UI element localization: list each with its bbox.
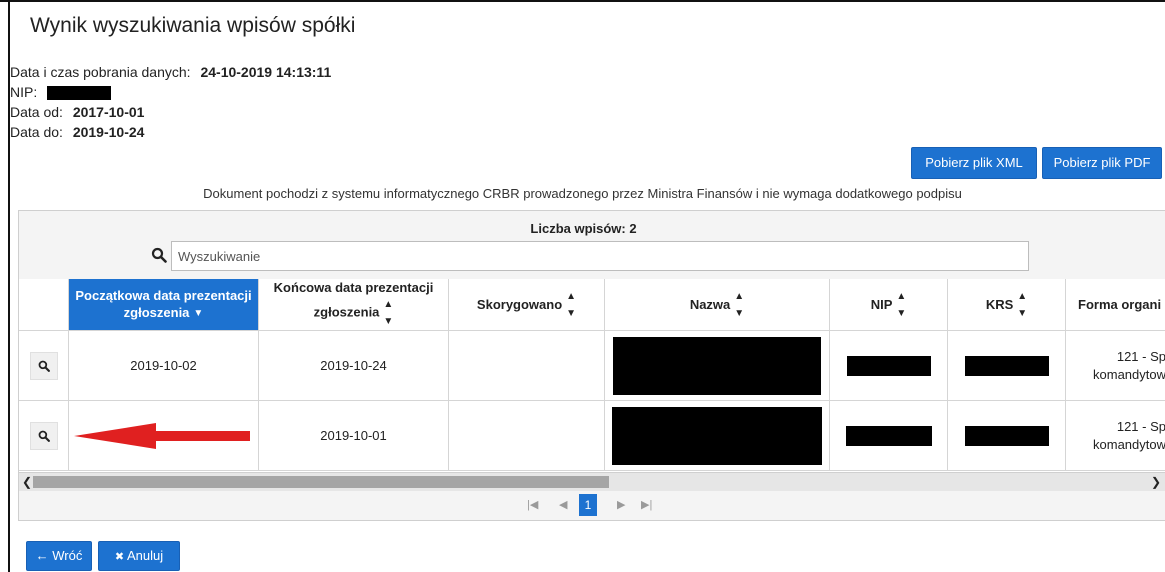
current-page-button[interactable]: 1 [579,494,597,516]
col-header-krs-label: KRS [985,297,1014,312]
arrow-left-icon: ← [35,548,49,563]
table-row-1-form: 121 - Sp komandytow [1066,331,1165,401]
download-pdf-button[interactable]: Pobierz plik PDF [1042,147,1162,179]
scroll-left-icon[interactable]: ❮ [22,473,32,491]
col-header-nip[interactable]: NIP ▲ ▼ [830,279,948,331]
date-to-row: Data do: 2019-10-24 [10,122,144,142]
next-page-icon[interactable]: ▶ [617,497,625,513]
table-row-1-form-line1: 121 - Sp [1116,348,1165,364]
date-to-label: Data do: [10,124,63,140]
col-header-name-label: Nazwa [689,297,731,312]
nip-row: NIP: [10,82,112,102]
scroll-right-icon[interactable]: ❯ [1151,473,1161,491]
previous-page-icon[interactable]: ◀ [559,497,567,513]
table-row-2-end-date: 2019-10-01 [259,401,449,471]
col-header-end-date-label: Końcowa data prezentacji zgłoszenia [273,280,434,320]
col-header-start-date[interactable]: Początkowa data prezentacji zgłoszenia ▼ [69,279,259,331]
last-page-icon[interactable]: ▶| [641,497,652,513]
date-to-value: 2019-10-24 [72,124,145,140]
table-row-2-start-date [69,401,259,471]
search-icon [151,247,167,263]
download-xml-button[interactable]: Pobierz plik XML [911,147,1037,179]
table-row-1-krs [948,331,1066,401]
date-from-label: Data od: [10,104,63,120]
col-header-corrected-label: Skorygowano [476,297,563,312]
table-row-2-action [19,401,69,471]
table-row-2-krs [948,401,1066,471]
table-row-1-end-date: 2019-10-24 [259,331,449,401]
row-details-button[interactable] [29,351,58,380]
redacted-nip [47,86,112,101]
col-header-start-date-label: Początkowa data prezentacji zgłoszenia [75,287,252,320]
close-icon: ✖ [114,551,125,563]
col-header-name[interactable]: Nazwa ▲ ▼ [605,279,830,331]
frame-top-border [0,0,1165,2]
col-header-end-date[interactable]: Końcowa data prezentacji zgłoszenia ▲ ▼ [259,279,449,331]
table-row-2-name [605,401,830,471]
red-arrow-annotation [73,422,250,449]
cancel-button[interactable]: ✖ Anuluj [98,541,180,571]
scrollbar-thumb[interactable] [33,476,609,488]
fetch-datetime-value: 24-10-2019 14:13:11 [200,64,332,80]
date-from-value: 2017-10-01 [72,104,145,120]
redacted-name [612,406,822,465]
sort-icon: ▲ ▼ [1017,290,1028,319]
search-input[interactable] [171,241,1029,271]
col-header-form-label: Forma organi [1078,297,1162,312]
record-count: Liczba wpisów: 2 [530,221,637,236]
sort-icon: ▲ ▼ [383,299,394,327]
magnifier-icon [38,360,50,372]
fetch-datetime-label: Data i czas pobrania danych: [10,64,191,80]
col-header-krs[interactable]: KRS ▲ ▼ [948,279,1066,331]
document-notice: Dokument pochodzi z systemu informatyczn… [203,186,962,201]
col-header-corrected[interactable]: Skorygowano ▲ ▼ [449,279,605,331]
sort-icon: ▲ ▼ [566,290,577,319]
page-title: Wynik wyszukiwania wpisów spółki [30,14,356,37]
nip-label: NIP: [10,84,38,100]
table-row-1-form-line2: komandytow [1093,366,1165,382]
redacted-krs [964,355,1049,376]
sort-icon: ▲ ▼ [734,290,745,319]
col-header-form[interactable]: Forma organi [1066,279,1165,331]
date-from-row: Data od: 2017-10-01 [10,102,144,122]
sort-desc-icon: ▼ [193,308,204,320]
redacted-krs [964,425,1049,446]
table-row-1-action [19,331,69,401]
table-row-2-form-line1: 121 - Sp [1116,418,1165,434]
table-row-2-corrected [449,401,605,471]
back-button[interactable]: ← Wróć [26,541,92,571]
col-header-nip-label: NIP [870,297,893,312]
table-row-2-form: 121 - Sp komandytow [1066,401,1165,471]
table-row-1-start-date: 2019-10-02 [69,331,259,401]
header-action-col [19,279,69,331]
back-button-label: Wróć [52,548,83,563]
table-row-2-form-line2: komandytow [1093,436,1165,452]
redacted-nip [845,425,932,446]
table-row-1-corrected [449,331,605,401]
first-page-icon[interactable]: |◀ [527,497,538,513]
fetch-datetime-row: Data i czas pobrania danych: 24-10-2019 … [10,62,331,82]
horizontal-scrollbar[interactable]: ❮ ❯ [19,472,1165,491]
results-grid: Liczba wpisów: 2 Początkowa data prezent… [18,210,1165,521]
row-details-button[interactable] [29,421,58,450]
sort-icon: ▲ ▼ [896,290,907,319]
table-row-1-nip [830,331,948,401]
cancel-button-label: Anuluj [126,548,164,563]
table-row-2-nip [830,401,948,471]
magnifier-icon [38,430,50,442]
redacted-nip [846,355,931,376]
redacted-name [613,336,821,395]
table-row-1-name [605,331,830,401]
grid-toolbar: Liczba wpisów: 2 [19,211,1165,280]
pagination: |◀ ◀ 1 ▶ ▶| [19,491,1165,520]
